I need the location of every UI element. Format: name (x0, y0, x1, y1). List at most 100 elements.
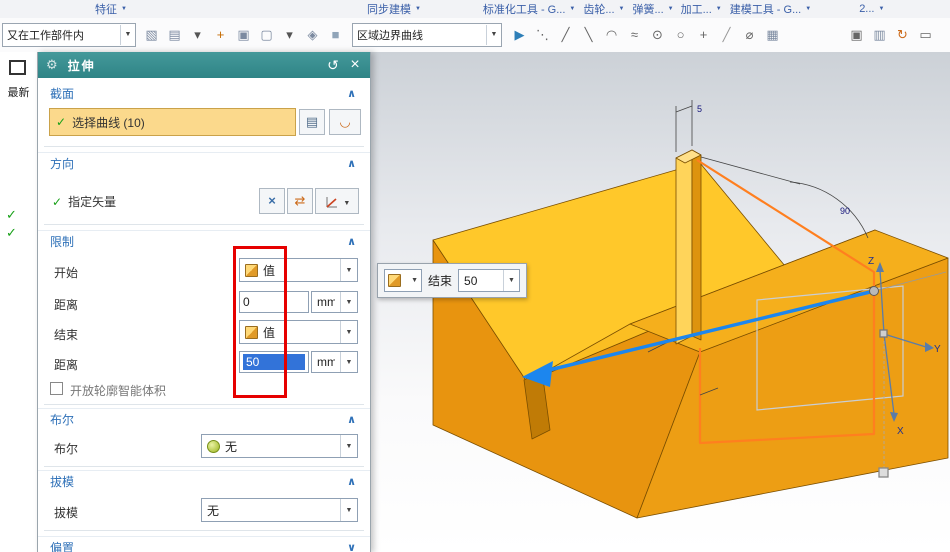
y-axis-label: Y (934, 344, 941, 355)
chevron-down-icon[interactable]: ▼ (340, 435, 357, 457)
circle-center-icon[interactable]: ⊙ (646, 22, 669, 47)
limit-option-combo[interactable]: ▼ (384, 269, 422, 292)
chevron-down-icon[interactable]: ▼ (340, 321, 357, 343)
line-alt-icon[interactable]: ╲ (577, 22, 600, 47)
sketch-section-button[interactable]: ◡ (329, 109, 361, 135)
ribbon-group-label: 弹簧... (632, 4, 664, 16)
draft-combobox[interactable]: 无 ▼ (201, 498, 358, 522)
chevron-down-icon[interactable]: ▼ (340, 292, 357, 312)
start-unit-combobox[interactable]: mm ▼ (311, 291, 358, 313)
chevron-down-icon[interactable]: ▼ (340, 259, 357, 281)
model-fin-side (691, 149, 702, 341)
close-button[interactable]: × (344, 56, 366, 74)
start-limit-combobox[interactable]: 值 ▼ (239, 258, 358, 282)
snapshot-icon[interactable]: ▥ (868, 22, 891, 47)
dim-fin-width-text: 5 (697, 104, 702, 114)
start-limit-value: 值 (263, 263, 276, 278)
direction-arrow-icon[interactable]: ▶ (508, 22, 531, 47)
diameter-icon[interactable]: ⌀ (738, 22, 761, 47)
ribbon-group-synchronous-modeling[interactable]: 同步建模 ▼ (367, 1, 421, 17)
section-heading-draft[interactable]: 拔模 ∧ (38, 470, 370, 492)
ribbon-group-machining[interactable]: 加工... ▼ (681, 1, 722, 17)
section-heading-label: 布尔 (50, 413, 75, 427)
wireframe-view-icon[interactable]: ◈ (301, 22, 324, 47)
section-heading-section[interactable]: 截面 ∧ (38, 82, 370, 104)
feature-more-caret-icon[interactable]: ▾ (186, 22, 209, 47)
snap-point-icon[interactable]: + (209, 22, 232, 47)
end-unit-combobox[interactable]: mm ▼ (311, 351, 358, 373)
resource-rail: 最新 ✓ ✓ (0, 52, 38, 552)
record-region-icon[interactable]: ▣ (845, 22, 868, 47)
dialog-header[interactable]: ⚙ 拉伸 ↺ × (38, 52, 370, 78)
chevron-up-icon: ∧ (347, 414, 356, 426)
select-curve-label: 选择曲线 (10) (72, 115, 145, 130)
check-icon: ✓ (52, 194, 63, 209)
select-curve-field[interactable]: ✓ 选择曲线 (10) (49, 108, 296, 136)
grid-icon[interactable]: ▦ (761, 22, 784, 47)
section-heading-label: 拔模 (50, 475, 75, 489)
refresh-icon[interactable]: ↻ (891, 22, 914, 47)
fit-window-icon[interactable]: ▭ (914, 22, 937, 47)
selection-filter-icon[interactable]: ▢ (255, 22, 278, 47)
ribbon-group-modeling-tools[interactable]: 建模工具 - G... ▼ (730, 1, 811, 17)
chevron-up-icon: ∧ (347, 236, 356, 248)
start-distance-input[interactable]: 0 (239, 291, 309, 313)
ribbon-group-label: 同步建模 (366, 4, 411, 16)
scope-combobox[interactable]: 又在工作部件内 ▼ (2, 23, 136, 47)
gear-icon: ⚙ (46, 57, 58, 72)
ribbon-group-label: 特征 (95, 4, 117, 16)
divider (44, 530, 364, 531)
curve-list-button[interactable]: ▤ (299, 109, 325, 135)
point-icon[interactable]: + (692, 22, 715, 47)
graphics-viewport[interactable]: 5 90 Z Y X (369, 52, 950, 552)
section-heading-boolean[interactable]: 布尔 ∧ (38, 408, 370, 430)
boolean-combobox[interactable]: 无 ▼ (201, 434, 358, 458)
chevron-down-icon[interactable]: ▼ (340, 352, 357, 372)
ribbon-group-spring[interactable]: 弹簧... ▼ (632, 1, 673, 17)
point-set-icon[interactable]: ⋱ (531, 22, 554, 47)
start-distance-value: 0 (243, 295, 250, 309)
section-heading-direction[interactable]: 方向 ∧ (38, 152, 370, 174)
chevron-down-icon[interactable]: ▼ (503, 270, 519, 291)
boolean-none-icon (207, 439, 220, 453)
end-distance-onscreen-value: 50 (464, 273, 478, 288)
chevron-down-icon: ▼ (121, 6, 127, 12)
onscreen-input-bar: ▼ 结束 50 ▼ (377, 263, 528, 298)
curve-rule-combobox[interactable]: 区域边界曲线 ▼ (352, 23, 502, 47)
chevron-down-icon: ▼ (411, 277, 418, 284)
arc-icon[interactable]: ◠ (600, 22, 623, 47)
datum-plane-icon[interactable]: ▧ (140, 22, 163, 47)
reverse-direction-button[interactable]: ⇄ (287, 188, 313, 214)
window-icon[interactable] (9, 60, 26, 75)
vector-dialog-button[interactable]: × (259, 188, 285, 214)
circle-icon[interactable]: ○ (669, 22, 692, 47)
chevron-down-icon: ▼ (805, 6, 812, 12)
end-limit-combobox[interactable]: 值 ▼ (239, 320, 358, 344)
sketch-icon[interactable]: ▤ (163, 22, 186, 47)
line-icon[interactable]: ╱ (554, 22, 577, 47)
section-heading-offset[interactable]: 偏置 ∨ (38, 536, 370, 552)
pattern-icon[interactable]: ▣ (232, 22, 255, 47)
section-heading-limits[interactable]: 限制 ∧ (38, 230, 370, 252)
chevron-down-icon[interactable]: ▼ (120, 25, 135, 45)
check-icon: ✓ (6, 207, 17, 222)
chevron-down-icon[interactable]: ▼ (340, 499, 357, 521)
reset-button[interactable]: ↺ (322, 57, 344, 74)
diagonal-line-icon[interactable]: ╱ (715, 22, 738, 47)
divider (44, 466, 364, 467)
ribbon-group-feature[interactable]: 特征 ▼ (95, 1, 127, 17)
ribbon-group-gear[interactable]: 齿轮... ▼ (583, 1, 624, 17)
chevron-down-icon[interactable]: ▼ (486, 25, 501, 45)
chevron-up-icon: ∧ (347, 87, 356, 100)
ribbon-group-standard-tools[interactable]: 标准化工具 - G... ▼ (483, 1, 575, 17)
end-distance-onscreen-input[interactable]: 50 ▼ (458, 269, 521, 292)
filter-caret-icon[interactable]: ▾ (278, 22, 301, 47)
spline-icon[interactable]: ≈ (623, 22, 646, 47)
divider (44, 404, 364, 405)
vector-type-combobox[interactable]: ▼ (315, 188, 359, 214)
open-profile-checkbox[interactable] (50, 382, 63, 395)
chevron-down-icon: ▼ (878, 6, 885, 12)
shaded-view-icon[interactable]: ■ (324, 22, 347, 47)
ribbon-group-more[interactable]: 2... ▼ (859, 3, 884, 15)
end-distance-input[interactable]: 50 (239, 351, 309, 373)
